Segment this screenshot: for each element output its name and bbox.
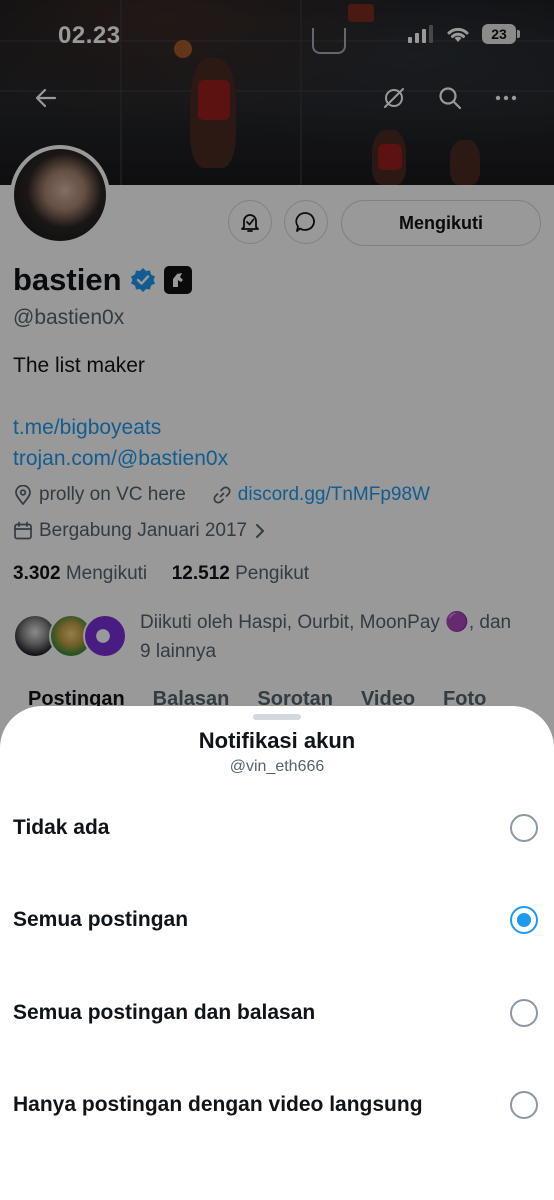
- radio-button[interactable]: [510, 814, 538, 842]
- account-notification-sheet: Notifikasi akun @vin_eth666 Tidak ada Se…: [0, 706, 554, 1200]
- radio-button-selected[interactable]: [510, 906, 538, 934]
- sheet-title: Notifikasi akun: [198, 728, 356, 753]
- radio-button[interactable]: [510, 1091, 538, 1119]
- radio-button[interactable]: [510, 999, 538, 1027]
- option-posts-and-replies[interactable]: Semua postingan dan balasan: [0, 985, 554, 1045]
- option-label: Semua postingan: [13, 908, 189, 931]
- option-label: Tidak ada: [13, 816, 110, 839]
- option-all-posts[interactable]: Semua postingan: [0, 892, 554, 952]
- sheet-grabber[interactable]: [253, 714, 301, 720]
- option-none[interactable]: Tidak ada: [0, 800, 554, 860]
- option-label: Semua postingan dan balasan: [13, 1001, 316, 1024]
- option-label: Hanya postingan dengan video langsung: [13, 1093, 423, 1116]
- option-live-video-only[interactable]: Hanya postingan dengan video langsung: [0, 1077, 554, 1137]
- sheet-subtitle: @vin_eth666: [229, 758, 325, 775]
